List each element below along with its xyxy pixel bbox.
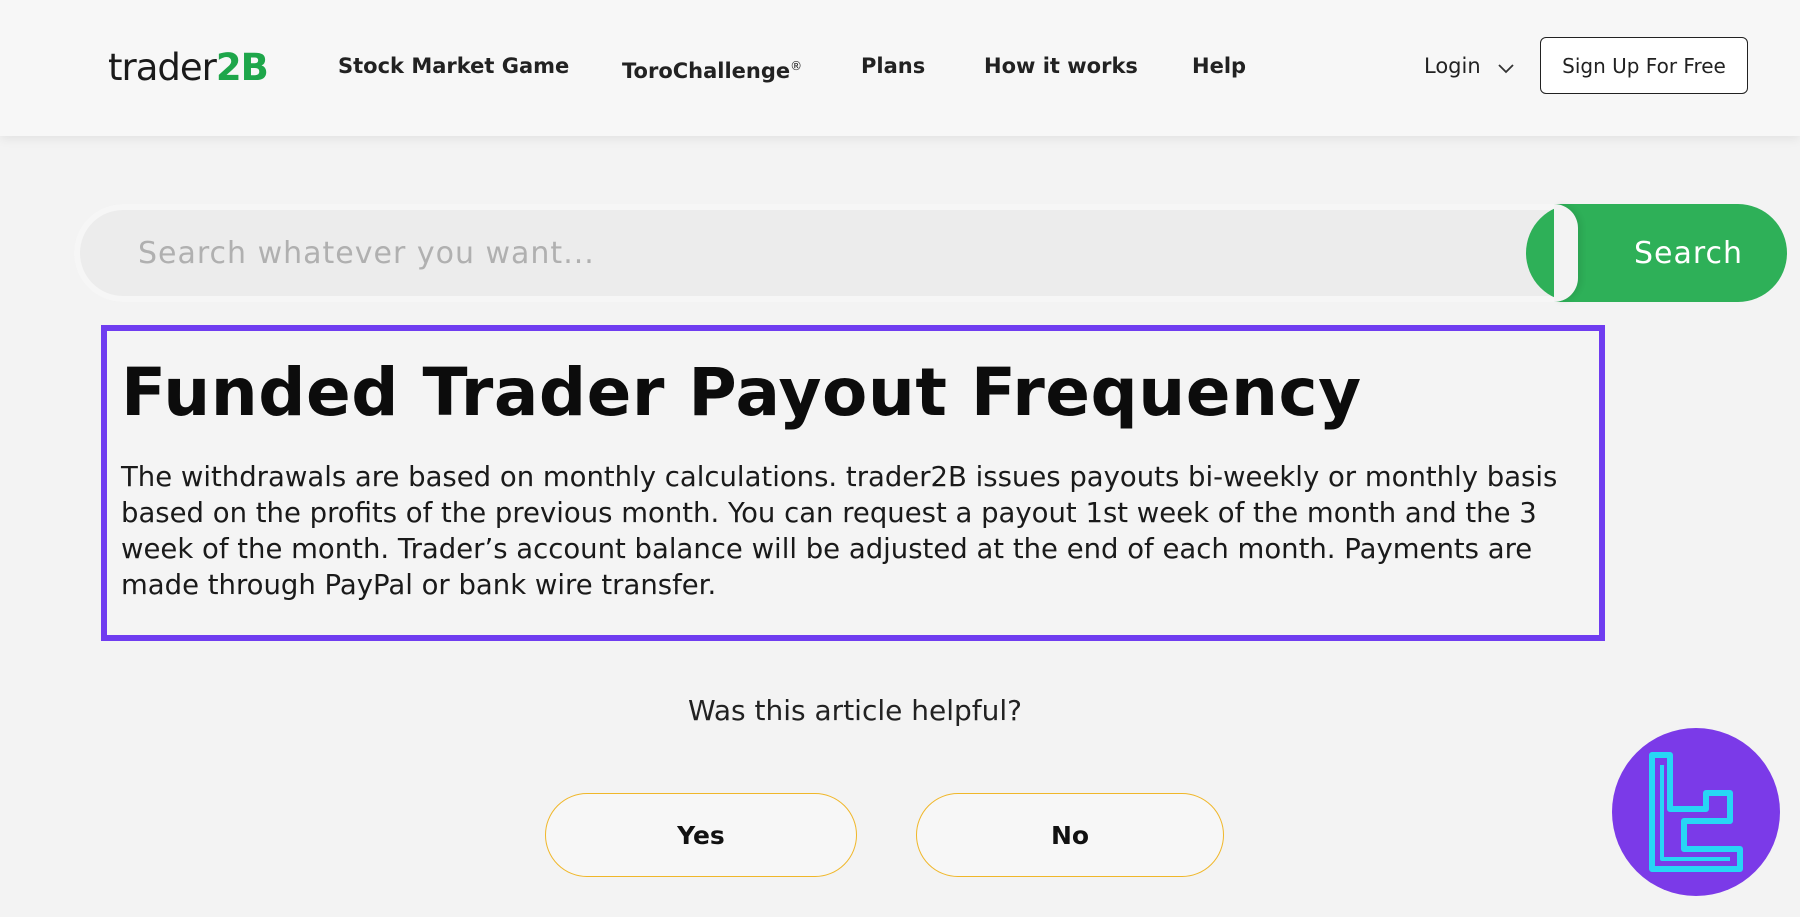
- no-button[interactable]: No: [916, 793, 1224, 877]
- article-section: Funded Trader Payout Frequency The withd…: [101, 325, 1605, 641]
- nav-label: Plans: [861, 54, 926, 78]
- trader2b-logo[interactable]: trader2B: [108, 46, 269, 90]
- login-label: Login: [1424, 54, 1481, 78]
- registered-mark: ®: [790, 59, 803, 73]
- nav-label: Stock Market Game: [338, 54, 570, 78]
- nav-torochallenge[interactable]: ToroChallenge®: [622, 52, 802, 85]
- site-header: trader2B Stock Market Game ToroChallenge…: [0, 0, 1800, 136]
- chevron-down-icon: [1497, 53, 1515, 81]
- nav-how-it-works[interactable]: How it works: [984, 52, 1138, 80]
- yes-button[interactable]: Yes: [545, 793, 857, 877]
- logo-text: trader: [108, 46, 217, 89]
- helpful-question: Was this article helpful?: [687, 694, 1023, 727]
- nav-label: Help: [1192, 54, 1247, 78]
- search-input[interactable]: [74, 204, 1602, 302]
- article-body: The withdrawals are based on monthly cal…: [121, 461, 1558, 601]
- nav-help[interactable]: Help: [1192, 52, 1246, 80]
- logo-accent: 2B: [215, 46, 269, 89]
- nav-stock-market-game[interactable]: Stock Market Game: [338, 52, 569, 80]
- search-input-edge: [1554, 204, 1578, 302]
- article-title: Funded Trader Payout Frequency: [121, 354, 1362, 431]
- sign-up-label: Sign Up For Free: [1562, 53, 1726, 78]
- yes-label: Yes: [677, 820, 725, 850]
- nav-label: ToroChallenge: [622, 59, 791, 83]
- nav-plans[interactable]: Plans: [861, 52, 925, 80]
- sign-up-button[interactable]: Sign Up For Free: [1540, 37, 1748, 94]
- badge-glyph: [1649, 752, 1743, 872]
- tradingfinder-logo-icon: [1612, 728, 1780, 896]
- search-bar: Search: [74, 204, 1787, 302]
- no-label: No: [1050, 820, 1090, 850]
- nav-label: How it works: [984, 54, 1138, 78]
- search-button-label: Search: [1633, 235, 1744, 271]
- search-button[interactable]: Search: [1526, 204, 1787, 302]
- login-dropdown[interactable]: Login: [1424, 52, 1515, 81]
